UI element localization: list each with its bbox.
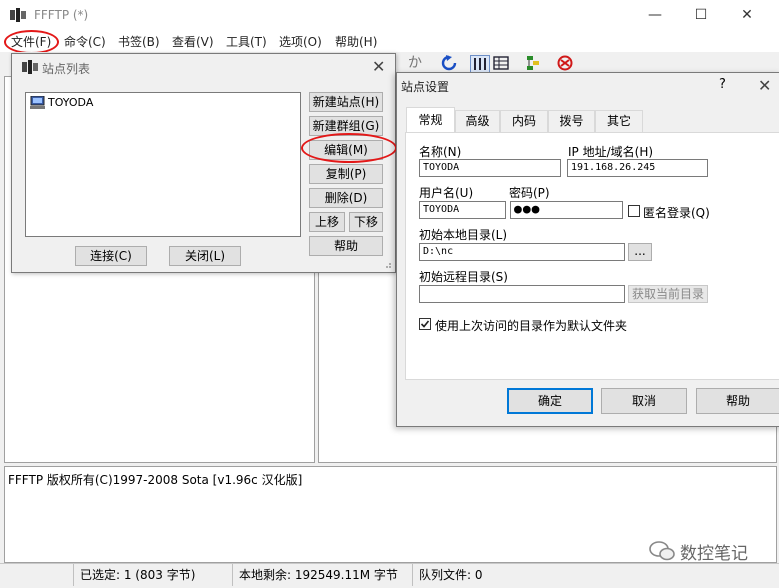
ok-button[interactable]: 确定: [507, 388, 593, 414]
site-list-title: 站点列表: [42, 62, 91, 76]
tab-general[interactable]: 常规: [406, 107, 455, 133]
user-label: 用户名(U): [419, 186, 474, 200]
local-dir-input[interactable]: D:\nc: [419, 243, 625, 261]
host-input[interactable]: 191.168.26.245: [567, 159, 708, 177]
wechat-icon: [649, 541, 675, 561]
menu-bookmark[interactable]: 书签(B): [118, 33, 160, 50]
remote-dir-input[interactable]: [419, 285, 625, 303]
anonymous-checkbox[interactable]: [628, 205, 640, 217]
site-list-dialog: 站点列表 ✕ TOYODA 新建站点(H) 新建群组(G) 编辑(M) 复制(P…: [11, 53, 396, 273]
resize-grip-icon[interactable]: [382, 259, 392, 269]
status-queue: 队列文件: 0: [412, 564, 532, 586]
user-input[interactable]: TOYODA: [419, 201, 506, 219]
minimize-button[interactable]: —: [632, 0, 678, 30]
tab-dialup[interactable]: 拨号: [548, 110, 595, 132]
site-settings-title: 站点设置: [401, 80, 450, 94]
use-last-dir-label: 使用上次访问的目录作为默认文件夹: [435, 319, 628, 333]
ffftp-app-icon: [10, 8, 26, 22]
refresh-icon[interactable]: [440, 55, 458, 71]
menu-command[interactable]: 命令(C): [64, 33, 106, 50]
remote-dir-label: 初始远程目录(S): [419, 270, 508, 284]
use-last-dir-checkbox[interactable]: [419, 318, 431, 330]
main-window-title: FFFTP (*): [34, 8, 89, 22]
name-input[interactable]: TOYODA: [419, 159, 561, 177]
browse-local-dir-button[interactable]: ...: [628, 243, 652, 261]
status-free-space: 本地剩余: 192549.11M 字节: [232, 564, 412, 586]
checkmark-icon: [420, 320, 430, 328]
new-site-button[interactable]: 新建站点(H): [309, 92, 383, 112]
site-settings-close-icon[interactable]: ✕: [758, 76, 771, 95]
password-label: 密码(P): [509, 186, 550, 200]
site-settings-dialog: 站点设置 ? ✕ 常规 高级 内码 拨号 其它 名称(N) IP 地址/域名(H…: [396, 72, 779, 427]
download-icon[interactable]: か: [408, 55, 426, 71]
local-dir-label: 初始本地目录(L): [419, 228, 508, 242]
sync-tree-icon[interactable]: [524, 55, 542, 71]
computer-icon: [30, 96, 45, 109]
menu-options[interactable]: 选项(O): [279, 33, 322, 50]
menu-view[interactable]: 查看(V): [172, 33, 214, 50]
ffftp-app-icon: [22, 60, 38, 74]
detail-view-icon[interactable]: [492, 55, 510, 71]
site-listbox[interactable]: TOYODA: [25, 92, 301, 237]
copy-button[interactable]: 复制(P): [309, 164, 383, 184]
main-title-bar: FFFTP (*) — ☐ ✕: [0, 0, 779, 30]
name-label: 名称(N): [419, 145, 462, 159]
connect-button[interactable]: 连接(C): [75, 246, 147, 266]
maximize-button[interactable]: ☐: [678, 0, 724, 30]
tab-other[interactable]: 其它: [595, 110, 643, 132]
move-up-button[interactable]: 上移: [309, 212, 345, 232]
menu-bar: 文件(F) 命令(C) 书签(B) 查看(V) 工具(T) 选项(O) 帮助(H…: [0, 30, 779, 52]
cancel-button[interactable]: 取消: [601, 388, 687, 414]
stop-icon[interactable]: [556, 55, 574, 71]
host-label: IP 地址/域名(H): [568, 145, 654, 159]
site-settings-help-button[interactable]: 帮助: [696, 388, 779, 414]
site-item-toyoda[interactable]: TOYODA: [48, 96, 93, 109]
anonymous-label: 匿名登录(Q): [643, 206, 710, 220]
watermark-text: 数控笔记: [680, 544, 748, 564]
help-question-icon[interactable]: ?: [719, 77, 726, 92]
tab-encoding[interactable]: 内码: [500, 110, 548, 132]
move-down-button[interactable]: 下移: [349, 212, 383, 232]
site-list-close-button[interactable]: 关闭(L): [169, 246, 241, 266]
close-button[interactable]: ✕: [724, 0, 770, 30]
password-input[interactable]: ●●●: [510, 201, 623, 219]
menu-help[interactable]: 帮助(H): [335, 33, 377, 50]
get-current-dir-button[interactable]: 获取当前目录: [628, 285, 708, 303]
tab-advanced[interactable]: 高级: [455, 110, 500, 132]
status-selected: 已选定: 1 (803 字节): [73, 564, 233, 586]
menu-tools[interactable]: 工具(T): [226, 33, 267, 50]
menu-file-highlight-ring: [4, 30, 59, 54]
list-view-icon[interactable]: [470, 55, 490, 73]
site-list-help-button[interactable]: 帮助: [309, 236, 383, 256]
edit-button-highlight-ring: [301, 133, 397, 163]
delete-button[interactable]: 删除(D): [309, 188, 383, 208]
site-list-close-icon[interactable]: ✕: [372, 57, 385, 76]
log-text: FFFTP 版权所有(C)1997-2008 Sota [v1.96c 汉化版]: [8, 473, 303, 487]
